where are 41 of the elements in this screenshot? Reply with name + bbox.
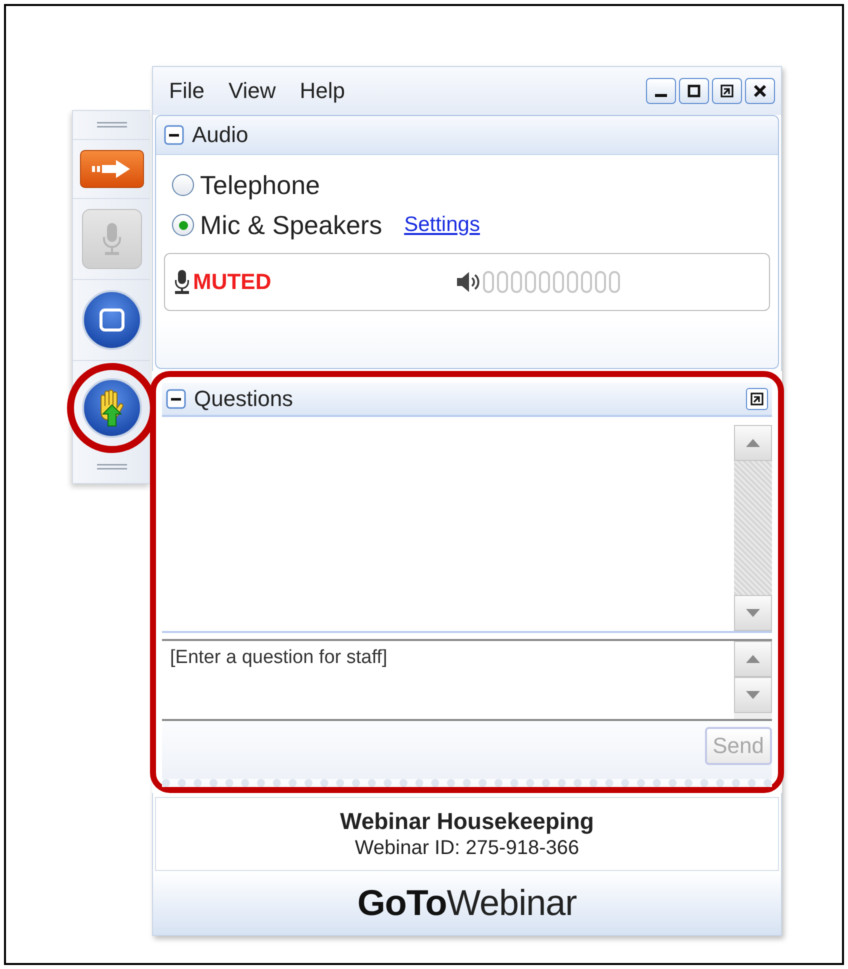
scroll-up-button[interactable] bbox=[734, 641, 772, 677]
microphone-icon bbox=[100, 222, 122, 256]
mute-status: MUTED bbox=[193, 269, 272, 295]
scroll-down-button[interactable] bbox=[734, 595, 772, 631]
collapse-icon[interactable] bbox=[164, 125, 184, 145]
down-arrow-icon bbox=[746, 609, 760, 617]
menu-item[interactable]: Help bbox=[300, 78, 345, 104]
menu-item[interactable]: View bbox=[228, 78, 276, 104]
close-icon bbox=[753, 84, 767, 98]
popout-button[interactable] bbox=[746, 388, 768, 410]
collapse-icon[interactable] bbox=[166, 389, 186, 409]
panel-title: Questions bbox=[194, 386, 294, 412]
radio-label[interactable]: Telephone bbox=[200, 170, 320, 200]
radio-button[interactable] bbox=[172, 214, 194, 236]
show-hide-button[interactable] bbox=[80, 150, 144, 188]
square-icon bbox=[98, 308, 124, 332]
radio-button[interactable] bbox=[172, 174, 194, 196]
popout-icon bbox=[720, 84, 734, 98]
close-button[interactable] bbox=[745, 78, 775, 104]
maximize-button[interactable] bbox=[679, 78, 709, 104]
webinar-id: Webinar ID: 275-918-366 bbox=[354, 837, 580, 860]
raise-hand-button[interactable] bbox=[82, 378, 142, 438]
maximize-icon bbox=[687, 84, 701, 98]
popout-button[interactable] bbox=[712, 78, 742, 104]
scroll-down-button[interactable] bbox=[734, 677, 772, 713]
logo-text: GoToWebinar bbox=[357, 882, 577, 924]
microphone-icon bbox=[173, 269, 191, 295]
menu-item[interactable]: File bbox=[169, 78, 204, 104]
webinar-title: Webinar Housekeeping bbox=[340, 808, 594, 835]
up-arrow-icon bbox=[746, 655, 760, 663]
up-arrow-icon bbox=[746, 439, 760, 447]
speaker-icon bbox=[455, 270, 481, 294]
scroll-up-button[interactable] bbox=[734, 425, 772, 461]
minimize-button[interactable] bbox=[646, 78, 676, 104]
radio-label[interactable]: Mic & Speakers bbox=[200, 210, 382, 240]
down-arrow-icon bbox=[746, 691, 760, 699]
settings-link[interactable]: Settings bbox=[404, 213, 480, 237]
popout-icon bbox=[750, 392, 764, 406]
panel-title: Audio bbox=[192, 122, 248, 148]
scrollbar[interactable] bbox=[734, 425, 772, 631]
minimize-icon bbox=[655, 94, 667, 97]
